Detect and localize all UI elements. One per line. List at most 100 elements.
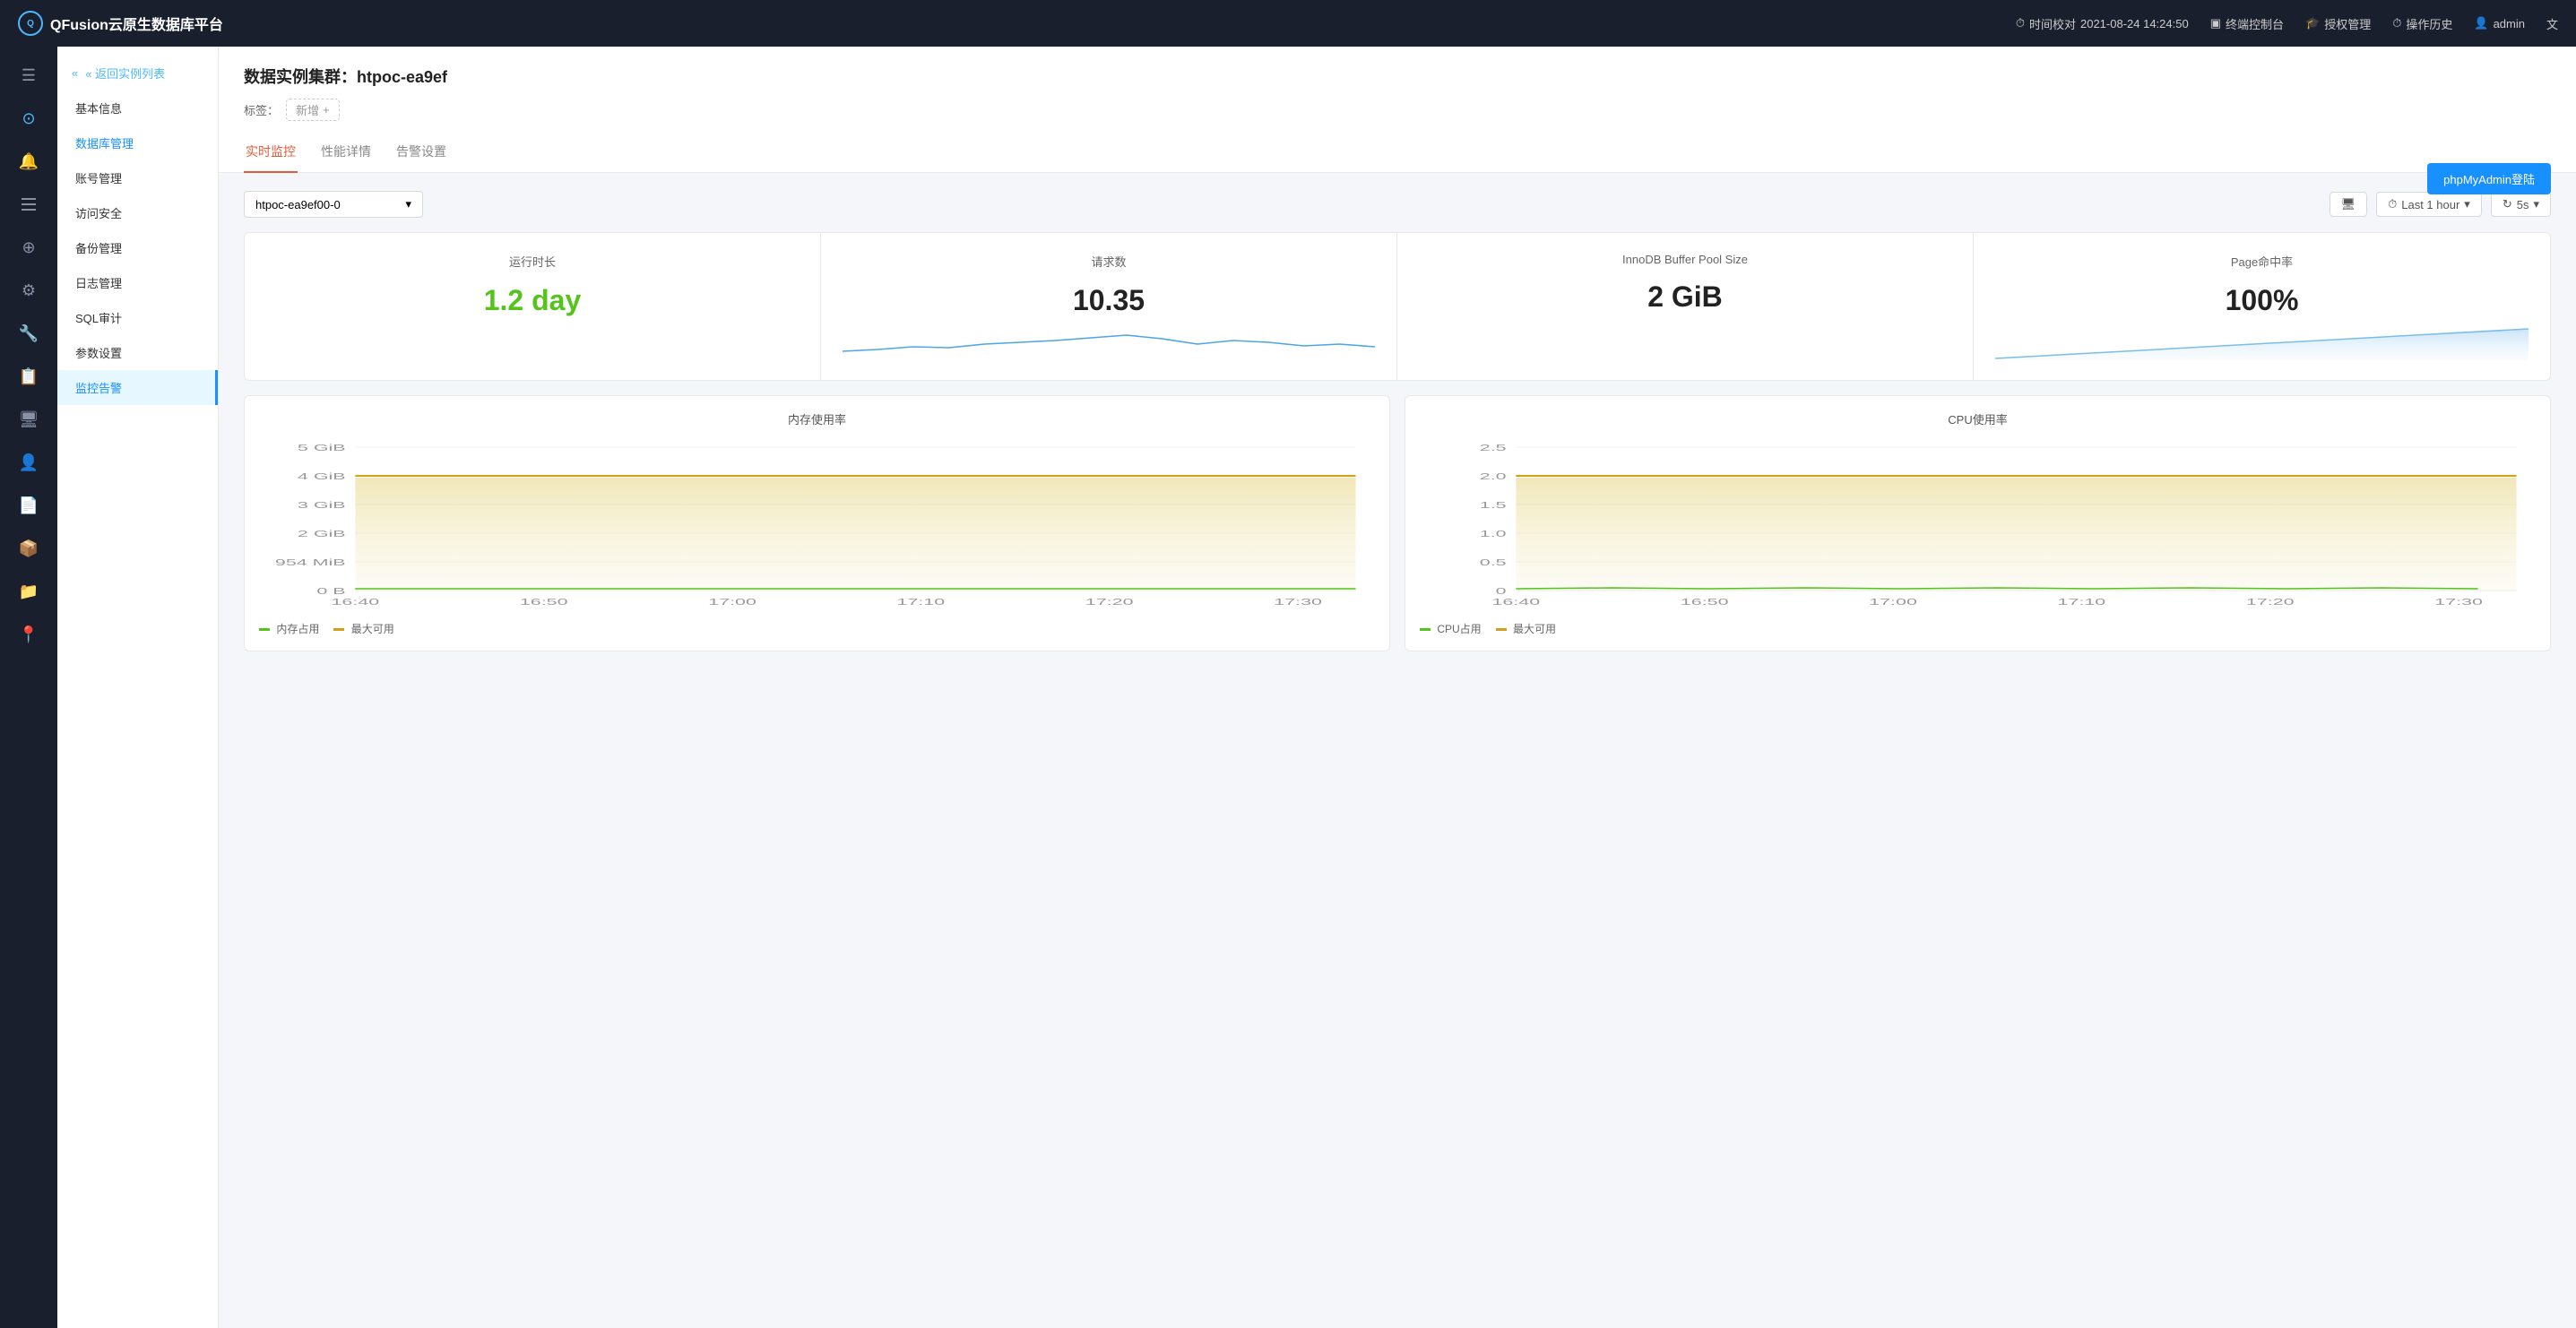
sidebar-icon-settings[interactable]: ⚙ [9,271,48,310]
add-tag-label: 新增 [296,101,319,118]
sidebar-item-security-label: 访问安全 [75,207,122,220]
sidebar-icon-list[interactable]: 📋 [9,357,48,396]
sidebar-item-params[interactable]: 参数设置 [57,335,218,370]
stats-row: 运行时长 1.2 day 请求数 10.35 InnoDB Buffer Poo… [244,232,2551,381]
sidebar-icon-monitor[interactable]: 🖥 [9,400,48,439]
memory-legend-usage: 内存占用 [259,621,319,636]
clock-icon: ⏱ [2388,197,2397,211]
tab-realtime-label: 实时监控 [246,144,296,159]
svg-text:1.5: 1.5 [1480,500,1507,510]
cpu-chart-area: 2.5 2.0 1.5 1.0 0.5 0 [1420,438,2536,617]
sidebar-item-monitor[interactable]: 监控告警 [57,370,218,405]
screen-icon: 🖥 [2341,197,2356,211]
stat-uptime-title: 运行时长 [266,253,799,270]
time-range-button[interactable]: ⏱ Last 1 hour ▾ [2376,192,2482,217]
sidebar-item-basic[interactable]: 基本信息 [57,91,218,125]
dropdown-arrow-icon: ▾ [405,197,411,211]
sidebar-item-backup[interactable]: 备份管理 [57,230,218,265]
logo-icon: Q [18,11,43,36]
node-select-value: htpoc-ea9ef00-0 [255,198,341,211]
stat-innodb-title: InnoDB Buffer Pool Size [1419,253,1951,266]
tab-realtime-monitor[interactable]: 实时监控 [244,134,298,173]
cluster-label: 数据实例集群： [244,68,357,86]
svg-text:2 GiB: 2 GiB [298,529,346,539]
stat-uptime-value: 1.2 day [266,284,799,317]
svg-text:16:50: 16:50 [1681,597,1729,607]
stat-page-hit-value: 100% [1995,284,2528,317]
screen-view-button[interactable]: 🖥 [2330,192,2368,217]
stat-card-requests: 请求数 10.35 [821,233,1397,380]
sidebar-item-db[interactable]: 数据库管理 [57,125,218,160]
cpu-legend-max: 最大可用 [1496,621,1556,636]
svg-text:0: 0 [1496,586,1507,596]
main-layout: ☰ ⊙ 🔔 ⊕ ⚙ 🔧 📋 🖥 👤 📄 📦 📁 📍 « « 返回实例列表 基本信… [0,47,2576,1328]
time-sync-icon: ⏱ [2016,16,2025,30]
sidebar-icon-dashboard[interactable]: ⊙ [9,99,48,138]
sidebar-item-security[interactable]: 访问安全 [57,195,218,230]
refresh-interval-button[interactable]: ↻ 5s ▾ [2491,192,2551,217]
stat-card-innodb: InnoDB Buffer Pool Size 2 GiB [1397,233,1974,380]
time-sync[interactable]: ⏱ 时间校对 2021-08-24 14:24:50 [2016,15,2189,32]
sidebar-icon-alerts[interactable]: 🔔 [9,142,48,181]
user-icon: 👤 [2474,16,2488,30]
sidebar-icon-docs[interactable]: 📄 [9,486,48,525]
back-label: « 返回实例列表 [85,65,165,82]
operation-history[interactable]: ⏱ 操作历史 [2392,15,2452,32]
svg-text:17:30: 17:30 [1274,597,1322,607]
svg-text:2.5: 2.5 [1480,443,1507,453]
sidebar-icon-circle[interactable]: ⊕ [9,228,48,267]
stat-card-page-hit: Page命中率 100% [1974,233,2550,380]
sidebar-icon-menu[interactable]: ☰ [9,56,48,95]
sidebar-item-account[interactable]: 账号管理 [57,160,218,195]
svg-text:0.5: 0.5 [1480,557,1507,567]
app-name: QFusion云原生数据库平台 [50,13,223,34]
add-tag-button[interactable]: 新增 + [286,99,340,121]
history-label: 操作历史 [2406,15,2452,32]
sidebar-item-db-label: 数据库管理 [75,137,134,151]
toolbar-right: 🖥 ⏱ Last 1 hour ▾ ↻ 5s ▾ [2330,192,2551,217]
app-logo: Q QFusion云原生数据库平台 [18,11,223,36]
svg-text:5 GiB: 5 GiB [298,443,346,453]
lang-icon: 文 [2546,15,2558,32]
refresh-icon: ↻ [2503,197,2512,211]
sidebar-icon-location[interactable]: 📍 [9,615,48,654]
terminal-control[interactable]: ▣ 终端控制台 [2210,15,2284,32]
cluster-name: htpoc-ea9ef [357,68,447,86]
sidebar-item-sql[interactable]: SQL审计 [57,300,218,335]
node-selector[interactable]: htpoc-ea9ef00-0 ▾ [244,191,423,218]
cpu-chart-title: CPU使用率 [1420,410,2536,427]
tab-alerts-label: 告警设置 [396,144,446,159]
time-range-arrow-icon: ▾ [2464,197,2470,211]
tab-performance-label: 性能详情 [321,144,371,159]
requests-sparkline [843,324,1375,360]
stat-innodb-value: 2 GiB [1419,280,1951,314]
sidebar-item-log[interactable]: 日志管理 [57,265,218,300]
page-hit-chart [1995,324,2528,360]
auth-management[interactable]: 🎓 授权管理 [2305,15,2371,32]
phpmyadmin-login-button[interactable]: phpMyAdmin登陆 [2427,163,2551,194]
sidebar-item-sql-label: SQL审计 [75,312,122,325]
sidebar-icon-package[interactable]: 📦 [9,529,48,568]
tab-alerts[interactable]: 告警设置 [394,134,448,173]
sidebar-icon-tools[interactable]: 🔧 [9,314,48,353]
back-to-list[interactable]: « « 返回实例列表 [57,56,218,91]
terminal-label: 终端控制台 [2226,15,2284,32]
sidebar-item-backup-label: 备份管理 [75,242,122,255]
svg-text:1.0: 1.0 [1480,529,1507,539]
user-menu[interactable]: 👤 admin [2474,16,2525,30]
svg-text:16:50: 16:50 [520,597,568,607]
tab-performance[interactable]: 性能详情 [319,134,373,173]
stat-requests-value: 10.35 [843,284,1375,317]
svg-text:17:30: 17:30 [2434,597,2483,607]
svg-text:16:40: 16:40 [331,597,379,607]
time-sync-label: 时间校对 [2029,15,2076,32]
terminal-icon: ▣ [2210,16,2221,30]
sidebar-icon-layers[interactable] [9,185,48,224]
topnav-right: ⏱ 时间校对 2021-08-24 14:24:50 ▣ 终端控制台 🎓 授权管… [2016,15,2558,32]
time-range-label: Last 1 hour [2401,198,2459,211]
language-switch[interactable]: 文 [2546,15,2558,32]
memory-chart-title: 内存使用率 [259,410,1375,427]
main-tabs: 实时监控 性能详情 告警设置 [244,134,2551,172]
sidebar-icon-folder[interactable]: 📁 [9,572,48,611]
sidebar-icon-user[interactable]: 👤 [9,443,48,482]
